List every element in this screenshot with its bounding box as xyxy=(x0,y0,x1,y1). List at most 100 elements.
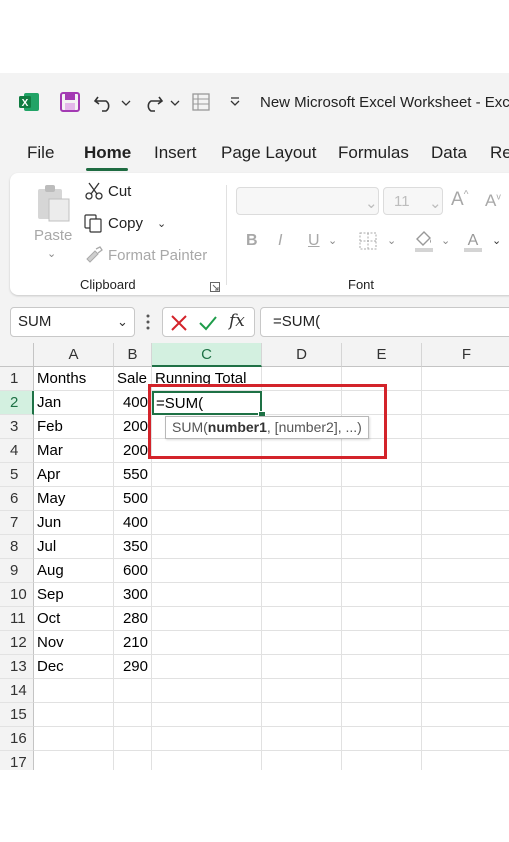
row-header-1[interactable]: 1 xyxy=(0,367,34,391)
column-header-c[interactable]: C xyxy=(152,343,262,367)
formula-input[interactable]: =SUM( xyxy=(260,307,509,337)
cell-b17[interactable] xyxy=(114,751,152,770)
font-color-dropdown-icon[interactable]: ⌄ xyxy=(492,234,501,247)
cell-d7[interactable] xyxy=(262,511,342,535)
clipboard-launcher-icon[interactable] xyxy=(210,279,220,297)
tab-insert[interactable]: Insert xyxy=(154,143,197,163)
cell-a15[interactable] xyxy=(34,703,114,727)
column-header-f[interactable]: F xyxy=(422,343,509,367)
cell-c11[interactable] xyxy=(152,607,262,631)
undo-icon[interactable] xyxy=(93,91,115,118)
cell-b2[interactable]: 400 xyxy=(114,391,152,415)
cell-a4[interactable]: Mar xyxy=(34,439,114,463)
column-header-a[interactable]: A xyxy=(34,343,114,367)
cell-f6[interactable] xyxy=(422,487,509,511)
row-header-14[interactable]: 14 xyxy=(0,679,34,703)
undo-dropdown-icon[interactable] xyxy=(121,95,131,113)
row-header-17[interactable]: 17 xyxy=(0,751,34,770)
paste-dropdown-icon[interactable]: ⌄ xyxy=(47,247,56,260)
row-header-12[interactable]: 12 xyxy=(0,631,34,655)
row-header-8[interactable]: 8 xyxy=(0,535,34,559)
cell-f17[interactable] xyxy=(422,751,509,770)
cell-c13[interactable] xyxy=(152,655,262,679)
tab-page-layout[interactable]: Page Layout xyxy=(221,143,316,163)
redo-dropdown-icon[interactable] xyxy=(170,95,180,113)
cell-d6[interactable] xyxy=(262,487,342,511)
row-header-7[interactable]: 7 xyxy=(0,511,34,535)
cell-f3[interactable] xyxy=(422,415,509,439)
cell-e8[interactable] xyxy=(342,535,422,559)
cell-c6[interactable] xyxy=(152,487,262,511)
cell-e11[interactable] xyxy=(342,607,422,631)
fill-color-dropdown-icon[interactable]: ⌄ xyxy=(441,234,450,247)
cell-e9[interactable] xyxy=(342,559,422,583)
cell-c16[interactable] xyxy=(152,727,262,751)
cell-a8[interactable]: Jul xyxy=(34,535,114,559)
cell-b4[interactable]: 200 xyxy=(114,439,152,463)
cell-f10[interactable] xyxy=(422,583,509,607)
cell-b15[interactable] xyxy=(114,703,152,727)
cell-f4[interactable] xyxy=(422,439,509,463)
font-name-combo[interactable]: ⌄ xyxy=(236,187,379,215)
cell-d13[interactable] xyxy=(262,655,342,679)
cell-c17[interactable] xyxy=(152,751,262,770)
cell-a16[interactable] xyxy=(34,727,114,751)
cell-b16[interactable] xyxy=(114,727,152,751)
cell-c10[interactable] xyxy=(152,583,262,607)
cell-b1[interactable]: Sale xyxy=(114,367,152,391)
row-header-15[interactable]: 15 xyxy=(0,703,34,727)
cell-b11[interactable]: 280 xyxy=(114,607,152,631)
row-header-3[interactable]: 3 xyxy=(0,415,34,439)
borders-dropdown-icon[interactable]: ⌄ xyxy=(387,234,396,247)
cell-a9[interactable]: Aug xyxy=(34,559,114,583)
cell-a3[interactable]: Feb xyxy=(34,415,114,439)
cell-e14[interactable] xyxy=(342,679,422,703)
cell-c14[interactable] xyxy=(152,679,262,703)
cell-c9[interactable] xyxy=(152,559,262,583)
cell-b5[interactable]: 550 xyxy=(114,463,152,487)
font-size-dropdown-icon[interactable]: ⌄ xyxy=(429,194,442,212)
cell-c8[interactable] xyxy=(152,535,262,559)
cell-c7[interactable] xyxy=(152,511,262,535)
cell-d9[interactable] xyxy=(262,559,342,583)
cell-e12[interactable] xyxy=(342,631,422,655)
cell-a13[interactable]: Dec xyxy=(34,655,114,679)
formula-bar-options-icon[interactable] xyxy=(146,314,150,335)
font-color-icon[interactable]: A xyxy=(462,229,484,258)
cell-f1[interactable] xyxy=(422,367,509,391)
format-painter-button[interactable]: Format Painter xyxy=(108,247,207,264)
cell-e10[interactable] xyxy=(342,583,422,607)
save-icon[interactable] xyxy=(59,91,81,118)
row-header-6[interactable]: 6 xyxy=(0,487,34,511)
tab-file[interactable]: File xyxy=(27,143,54,163)
cell-a14[interactable] xyxy=(34,679,114,703)
row-header-10[interactable]: 10 xyxy=(0,583,34,607)
paste-icon[interactable] xyxy=(34,183,72,228)
tab-review[interactable]: Re xyxy=(490,143,509,163)
cell-d15[interactable] xyxy=(262,703,342,727)
cell-a5[interactable]: Apr xyxy=(34,463,114,487)
row-header-11[interactable]: 11 xyxy=(0,607,34,631)
cell-e7[interactable] xyxy=(342,511,422,535)
cell-a6[interactable]: May xyxy=(34,487,114,511)
name-box[interactable]: SUM ⌄ xyxy=(10,307,135,337)
cell-e6[interactable] xyxy=(342,487,422,511)
cell-f15[interactable] xyxy=(422,703,509,727)
row-header-2[interactable]: 2 xyxy=(0,391,34,415)
font-name-dropdown-icon[interactable]: ⌄ xyxy=(365,194,378,212)
column-header-d[interactable]: D xyxy=(262,343,342,367)
cell-d11[interactable] xyxy=(262,607,342,631)
paste-button[interactable]: Paste xyxy=(34,227,72,244)
cell-b3[interactable]: 200 xyxy=(114,415,152,439)
cell-f8[interactable] xyxy=(422,535,509,559)
cell-d8[interactable] xyxy=(262,535,342,559)
cell-b12[interactable]: 210 xyxy=(114,631,152,655)
cell-e13[interactable] xyxy=(342,655,422,679)
copy-button[interactable]: Copy xyxy=(108,215,143,232)
tab-formulas[interactable]: Formulas xyxy=(338,143,409,163)
cell-c12[interactable] xyxy=(152,631,262,655)
cell-a10[interactable]: Sep xyxy=(34,583,114,607)
copy-dropdown-icon[interactable]: ⌄ xyxy=(157,217,166,230)
form-icon[interactable] xyxy=(190,91,212,118)
cell-b8[interactable]: 350 xyxy=(114,535,152,559)
